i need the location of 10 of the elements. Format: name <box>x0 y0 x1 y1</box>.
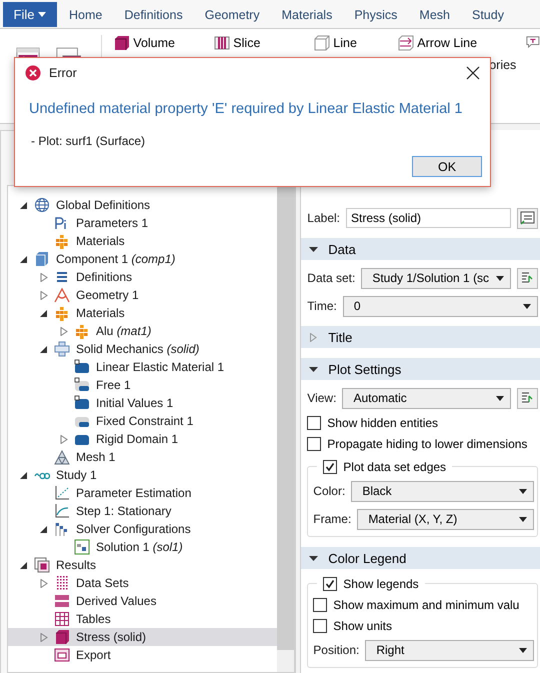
field-label: View: <box>307 391 336 405</box>
field-label: Frame: <box>313 512 352 526</box>
error-detail: - Plot: surf1 (Surface) <box>30 133 146 148</box>
field-label: Position: <box>313 643 360 657</box>
field-label: Time: <box>307 299 337 313</box>
field-label: Data set: <box>307 271 356 285</box>
field-label: Color: <box>313 484 346 498</box>
error-message: Undefined material property 'E' required by Linear Elastic Material 1 <box>28 100 464 117</box>
dialog-title: Error <box>49 66 78 80</box>
field-label: Label: <box>307 211 340 225</box>
